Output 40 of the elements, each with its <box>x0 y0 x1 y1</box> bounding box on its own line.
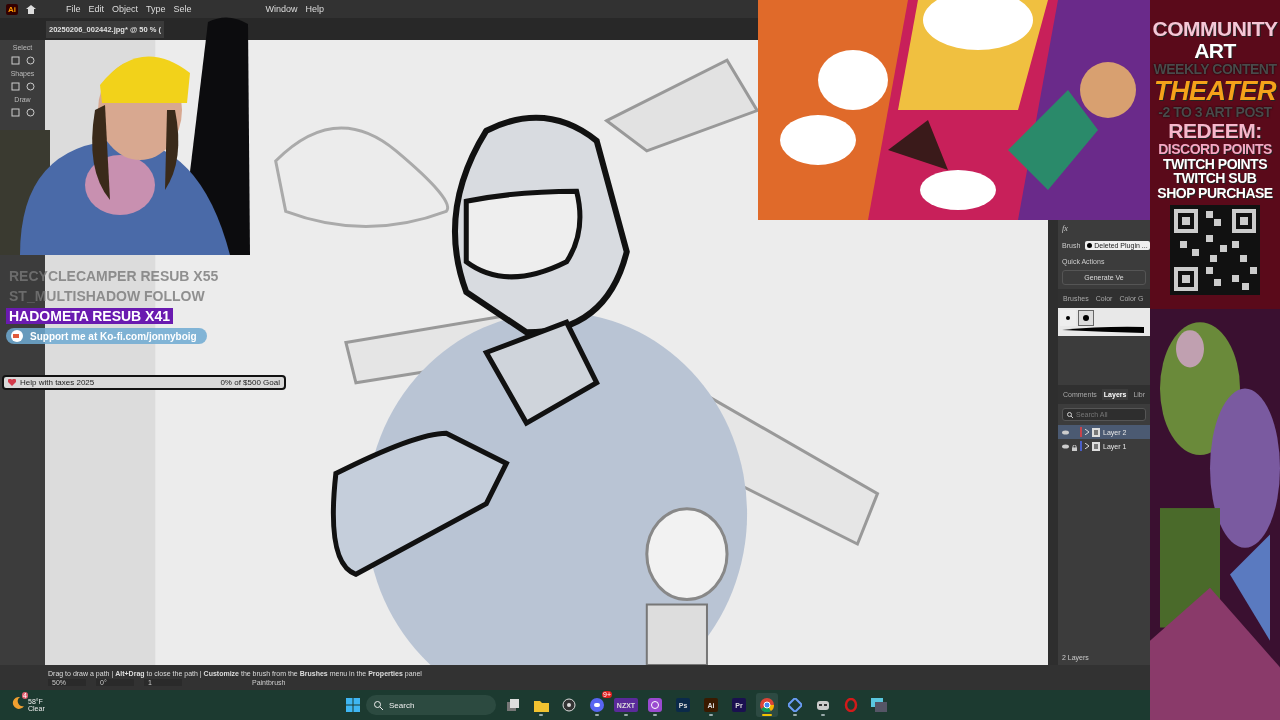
window-icon[interactable] <box>871 698 887 712</box>
search-icon <box>374 700 383 710</box>
goal-title: Help with taxes 2025 <box>20 378 95 387</box>
promo-text: SHOP PURCHASE <box>1157 185 1273 201</box>
layer-thumbnail <box>1092 427 1100 437</box>
taskbar-search[interactable]: Search <box>366 695 496 715</box>
promo-text: WEEKLY CONTENT <box>1153 62 1277 77</box>
brush-swatch[interactable] <box>1078 310 1094 326</box>
promo-text: TWITCH SUB <box>1173 171 1257 186</box>
effects-label[interactable]: fx <box>1062 224 1146 233</box>
search-icon <box>1067 411 1073 418</box>
diamond-icon[interactable] <box>788 698 802 712</box>
alert-text: HADOMETA RESUB X41 <box>6 308 174 324</box>
eye-icon[interactable] <box>1062 443 1069 449</box>
qr-code-icon <box>1170 204 1260 295</box>
folder-icon[interactable] <box>533 698 549 712</box>
promo-text: DISCORD POINTS <box>1158 141 1272 157</box>
promo-text: TWITCH POINTS <box>1163 156 1267 172</box>
promo-text: ART <box>1194 40 1236 63</box>
promo-text: COMMUNITY <box>1152 18 1278 41</box>
brush-swatch[interactable] <box>1060 310 1076 326</box>
promo-text: REDEEM: <box>1168 119 1262 142</box>
eye-icon[interactable] <box>1062 429 1069 435</box>
start-icon[interactable] <box>346 698 360 712</box>
menu-item[interactable]: Help <box>305 4 325 14</box>
promo-text: THEATER <box>1154 76 1276 106</box>
camera-icon[interactable] <box>648 698 662 712</box>
moon-icon[interactable] <box>10 696 24 710</box>
goal-progress: 0% of $500 Goal <box>220 378 280 387</box>
windows-icon[interactable] <box>506 698 520 712</box>
record-icon[interactable] <box>562 698 576 712</box>
browser-icon[interactable] <box>760 698 774 712</box>
brush-dot-icon <box>1087 243 1093 248</box>
chat-icon[interactable] <box>590 698 604 712</box>
menu-item[interactable]: Window <box>265 4 298 14</box>
heart-icon <box>8 379 16 386</box>
robot-icon[interactable] <box>816 698 830 712</box>
layer-thumbnail <box>1092 441 1100 451</box>
lock-icon[interactable] <box>1072 445 1077 452</box>
promo-text: -2 TO 3 ART POST <box>1158 105 1272 120</box>
